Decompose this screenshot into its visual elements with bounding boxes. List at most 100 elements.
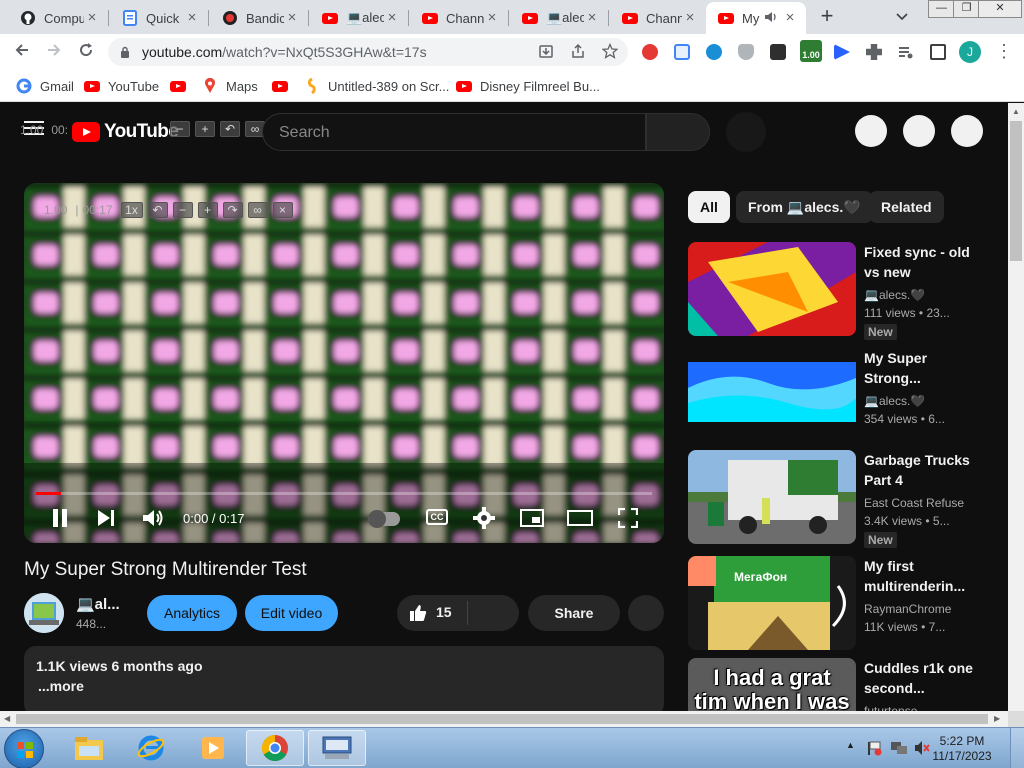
create-button[interactable] (855, 115, 887, 147)
show-hidden-icons[interactable]: ▲ (846, 740, 855, 750)
docs-extension-icon[interactable] (674, 44, 690, 60)
close-window-button[interactable]: ✕ (978, 0, 1022, 18)
video-thumbnail[interactable] (688, 348, 856, 442)
more-actions-button[interactable] (628, 595, 664, 631)
speaker-icon[interactable] (764, 11, 782, 26)
install-icon[interactable] (538, 43, 554, 63)
system-clock[interactable]: 5:22 PM 11/17/2023 (932, 734, 992, 764)
search-input[interactable]: Search (262, 113, 646, 151)
start-button[interactable] (4, 729, 44, 768)
tab-search-chevron-icon[interactable] (896, 8, 908, 24)
flag-icon[interactable] (866, 740, 882, 759)
tools-icon[interactable] (770, 44, 786, 60)
speed-minus-icon[interactable]: − (170, 121, 190, 137)
recommendation-channel[interactable]: 💻alecs.🖤 (864, 288, 925, 302)
chrome-taskbar-icon[interactable] (246, 730, 304, 766)
rewind-icon[interactable]: ↶ (220, 121, 240, 137)
tab-compu[interactable]: Compu × (8, 2, 108, 34)
ie-taskbar-icon[interactable] (122, 730, 180, 766)
ublock-icon[interactable] (642, 44, 658, 60)
speed-plus-icon[interactable]: + (197, 202, 218, 218)
chip-related[interactable]: Related (869, 191, 944, 223)
network-icon[interactable] (890, 740, 908, 759)
reload-button[interactable] (74, 40, 98, 64)
shield-icon[interactable] (738, 44, 754, 60)
forward-icon[interactable]: ↷ (222, 202, 243, 218)
subtitles-button[interactable]: CC (426, 509, 448, 525)
thumbs-up-icon[interactable] (409, 604, 427, 622)
tab-quick[interactable]: Quick × (110, 2, 208, 34)
video-player[interactable]: 1.00 | 00:17 1x ↶ − + ↷ ∞ × 0:00 / 0:17 … (24, 183, 664, 543)
notifications-button[interactable] (903, 115, 935, 147)
media-player-taskbar-icon[interactable] (184, 730, 242, 766)
recommendation-item[interactable]: Fixed sync - old vs new 💻alecs.🖤 111 vie… (688, 242, 978, 340)
close-icon[interactable]: × (284, 10, 300, 26)
extension-badge-icon[interactable]: 1.00 (800, 40, 822, 62)
close-icon[interactable]: × (584, 10, 600, 26)
video-thumbnail[interactable]: I had a grat tim when I was (688, 658, 856, 711)
tab-channel-1[interactable]: Chann × (410, 2, 508, 34)
progress-bar[interactable] (36, 492, 652, 495)
youtube-logo[interactable]: YouTube (72, 121, 179, 143)
play-extension-icon[interactable] (834, 44, 850, 60)
search-button[interactable] (646, 113, 710, 151)
address-bar[interactable]: youtube.com/watch?v=NxQt5S3GHAw&t=17s (108, 38, 628, 66)
forward-button[interactable] (42, 40, 66, 64)
rate-box[interactable]: 1x (120, 202, 143, 218)
recommendation-title[interactable]: My first multirenderin... (864, 556, 974, 596)
speed-plus-icon[interactable]: + (195, 121, 215, 137)
lock-icon[interactable] (120, 45, 130, 58)
analytics-button[interactable]: Analytics (147, 595, 237, 631)
puzzle-icon[interactable] (866, 44, 882, 60)
next-button[interactable] (94, 506, 118, 530)
star-icon[interactable] (601, 42, 619, 63)
close-icon[interactable]: × (484, 10, 500, 26)
share-icon[interactable] (570, 43, 586, 63)
bookmark-maps[interactable]: Maps (202, 77, 258, 95)
close-icon[interactable]: × (272, 202, 293, 218)
tab-bandicam[interactable]: Bandic × (210, 2, 308, 34)
scroll-left-icon[interactable]: ◀ (4, 714, 10, 723)
profile-avatar[interactable]: J (959, 41, 981, 63)
close-icon[interactable]: × (184, 10, 200, 26)
recommendation-item[interactable]: МегаФон My first multirenderin... Rayman… (688, 556, 978, 652)
edit-video-button[interactable]: Edit video (245, 595, 338, 631)
keyboard-app-taskbar-icon[interactable] (308, 730, 366, 766)
bookmark-youtube[interactable]: YouTube (84, 77, 159, 95)
scroll-up-icon[interactable]: ▲ (1012, 107, 1020, 116)
side-panel-icon[interactable] (930, 44, 946, 60)
pause-button[interactable] (48, 506, 72, 530)
explorer-taskbar-icon[interactable] (60, 730, 118, 766)
fullscreen-button[interactable] (616, 506, 640, 530)
bookmark-youtube-3[interactable] (272, 77, 296, 95)
vertical-scrollbar[interactable]: ▲ (1008, 103, 1024, 711)
recommendation-title[interactable]: My Super Strong... (864, 348, 974, 388)
scroll-thumb[interactable] (1010, 121, 1022, 261)
recommendation-title[interactable]: Cuddles r1k one second... (864, 658, 974, 698)
tab-channel-2[interactable]: Chann × (610, 2, 706, 34)
video-thumbnail[interactable]: МегаФон (688, 556, 856, 650)
miniplayer-button[interactable] (518, 506, 546, 530)
loop-icon[interactable]: ∞ (247, 202, 268, 218)
volume-muted-icon[interactable] (914, 740, 930, 759)
media-control-icon[interactable] (898, 44, 914, 60)
maximize-button[interactable]: ❐ (953, 0, 980, 18)
close-icon[interactable]: × (84, 10, 100, 26)
volume-button[interactable] (140, 506, 166, 530)
recommendation-channel[interactable]: 💻alecs.🖤 (864, 394, 925, 408)
recommendation-item[interactable]: Garbage Trucks Part 4 East Coast Refuse … (688, 450, 978, 548)
horizontal-scrollbar[interactable]: ◀ ▶ (0, 711, 1008, 727)
autoplay-toggle[interactable] (368, 510, 400, 528)
show-more-link[interactable]: ...more (38, 678, 84, 694)
back-button[interactable] (10, 40, 34, 64)
rewind-icon[interactable]: ↶ (147, 202, 168, 218)
video-thumbnail[interactable] (688, 242, 856, 336)
scroll-thumb[interactable] (16, 714, 988, 724)
menu-kebab-icon[interactable]: ⋮ (994, 40, 1014, 64)
speed-minus-icon[interactable]: − (172, 202, 193, 218)
close-icon[interactable]: × (782, 10, 798, 26)
tab-alecs-1[interactable]: 💻alecs × (310, 2, 408, 34)
chip-from-channel[interactable]: From 💻alecs.🖤 (736, 191, 873, 223)
channel-name[interactable]: 💻al... (76, 595, 120, 613)
scroll-right-icon[interactable]: ▶ (994, 714, 1000, 723)
